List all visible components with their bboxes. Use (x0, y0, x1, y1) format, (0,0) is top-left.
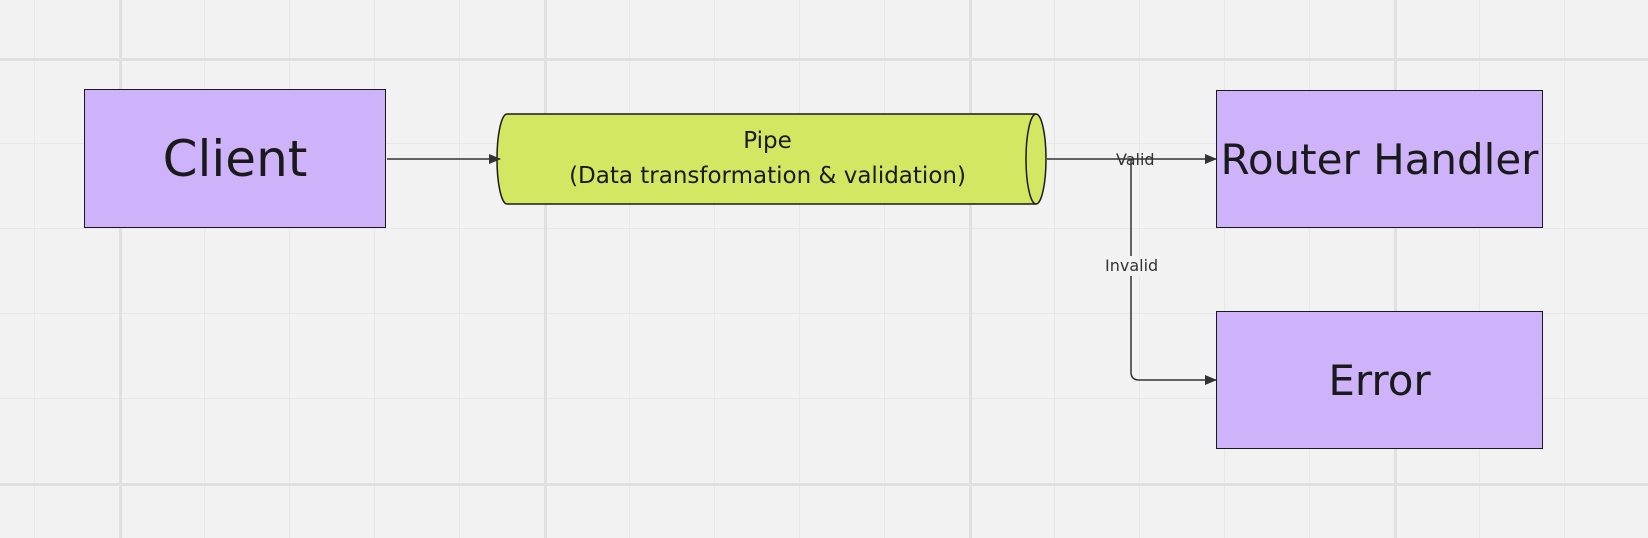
error-label: Error (1328, 355, 1431, 405)
client-label: Client (162, 129, 308, 188)
client-node[interactable]: Client (84, 89, 386, 228)
pipe-subtitle: (Data transformation & validation) (569, 163, 966, 189)
diagram-shapes (387, 113, 1217, 385)
edge-label-valid: Valid (1116, 150, 1155, 169)
router-handler-node[interactable]: Router Handler (1216, 90, 1543, 228)
pipe-title: Pipe (743, 128, 792, 154)
edge-label-invalid: Invalid (1103, 256, 1161, 276)
router-handler-label: Router Handler (1220, 134, 1539, 184)
diagram-canvas: Client Pipe (Data transformation & valid… (0, 0, 1648, 538)
pipe-label: Pipe (Data transformation & validation) (500, 114, 1035, 204)
error-node[interactable]: Error (1216, 311, 1543, 449)
